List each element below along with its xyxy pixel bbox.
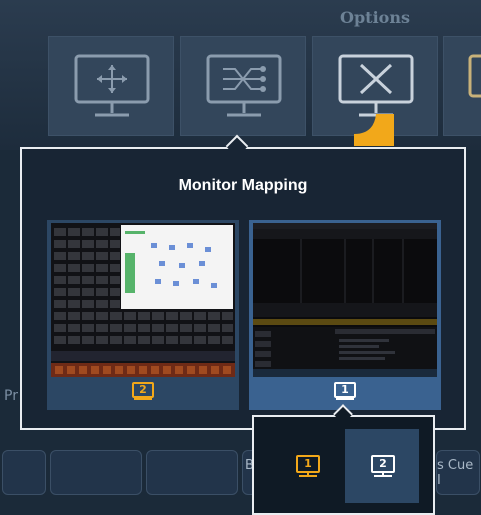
monitor-partial-icon <box>468 54 481 98</box>
monitor-mapping-popup: Monitor Mapping 2 1 <box>20 147 466 430</box>
badge-base-icon <box>134 398 152 400</box>
partial-option-tile[interactable] <box>443 36 481 136</box>
monitor-base-icon <box>374 475 392 477</box>
monitor-card-2[interactable]: 2 <box>47 220 239 410</box>
selector-option-monitor-1[interactable]: 1 <box>270 429 344 503</box>
badge-base-icon <box>336 398 354 400</box>
monitor-arrange-tile[interactable] <box>48 36 174 136</box>
background-cell[interactable] <box>2 450 46 495</box>
monitor-card-1[interactable]: 1 <box>249 220 441 410</box>
monitor-move-icon <box>74 54 150 117</box>
monitor-base-icon <box>299 475 317 477</box>
popup-title: Monitor Mapping <box>178 177 308 194</box>
monitor-number-badge: 2 <box>132 382 154 398</box>
monitor-routing-icon <box>206 54 282 117</box>
background-cell[interactable] <box>50 450 142 495</box>
monitor-number-badge: 1 <box>334 382 356 398</box>
monitor-number-icon: 2 <box>371 455 395 473</box>
background-left-text: Pr <box>4 388 18 404</box>
options-label: Options <box>340 8 410 27</box>
selector-option-monitor-2[interactable]: 2 <box>345 429 419 503</box>
monitor-number-icon: 1 <box>296 455 320 473</box>
orange-indicator-icon <box>354 114 394 146</box>
monitor-routing-tile[interactable] <box>180 36 306 136</box>
background-cue-text: s Cue I <box>437 458 474 488</box>
monitor-selector: 1 2 <box>252 415 435 515</box>
monitor-preview-image <box>253 223 437 377</box>
monitor-preview-image <box>51 223 235 377</box>
background-cell[interactable] <box>146 450 238 495</box>
